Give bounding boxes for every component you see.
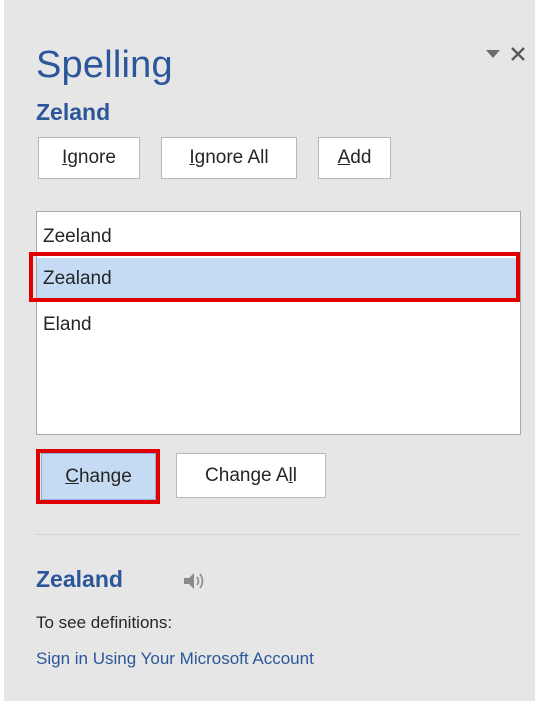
suggestion-item[interactable]: Zeeland [37, 216, 520, 258]
pane-title: Spelling [36, 44, 173, 86]
pane-controls [484, 40, 528, 68]
pane-right-edge [535, 0, 543, 701]
chevron-down-icon[interactable] [484, 42, 502, 66]
close-icon[interactable] [508, 42, 528, 66]
sign-in-link[interactable]: Sign in Using Your Microsoft Account [36, 649, 314, 669]
change-button[interactable]: Change [41, 453, 156, 500]
suggestion-item[interactable]: Eland [37, 304, 520, 346]
ignore-button[interactable]: Ignore [38, 137, 140, 179]
misspelled-word: Zeland [36, 99, 111, 125]
change-all-label-pre: Change A [205, 464, 289, 486]
definition-prompt: To see definitions: [36, 613, 173, 632]
ignore-all-button[interactable]: Ignore All [161, 137, 297, 179]
add-label-accel: A [337, 147, 351, 168]
change-label-accel: C [65, 465, 79, 487]
change-all-label-post: l [292, 464, 297, 486]
add-label-post: dd [350, 147, 372, 168]
change-label-post: hange [78, 465, 132, 487]
suggestion-item-selected[interactable]: Zealand [37, 258, 520, 300]
suggestions-list[interactable]: Zeeland Zealand Eland [36, 211, 521, 435]
ignore-label-post: gnore [67, 147, 116, 168]
speaker-icon[interactable] [181, 569, 209, 593]
ignore-all-label-post: gnore All [194, 147, 269, 168]
change-all-button[interactable]: Change All [176, 453, 326, 498]
definition-word: Zealand [36, 566, 123, 592]
section-divider [36, 534, 521, 535]
add-button[interactable]: Add [318, 137, 391, 179]
